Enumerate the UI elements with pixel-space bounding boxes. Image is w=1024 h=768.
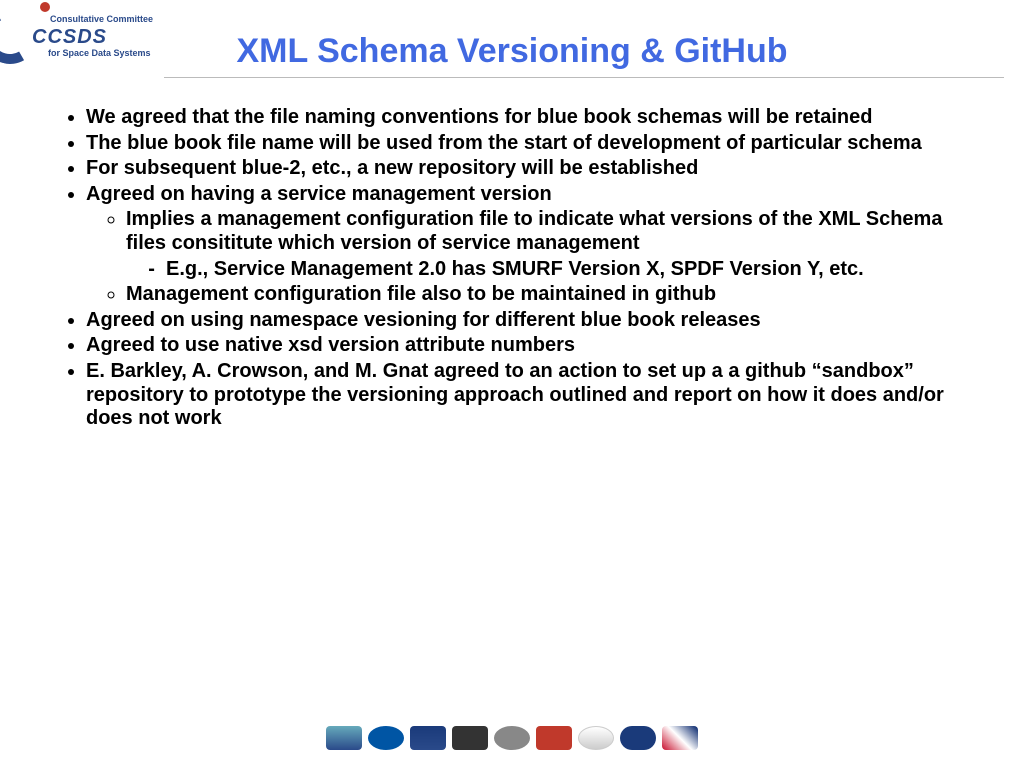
agency-logo-icon [452, 726, 488, 750]
list-item: Implies a management configuration file … [126, 208, 964, 281]
logo-line2: for Space Data Systems [48, 48, 151, 58]
list-item-text: Implies a management configuration file … [126, 208, 942, 254]
agency-logo-icon [662, 726, 698, 750]
list-item: Agreed on using namespace vesioning for … [86, 309, 964, 333]
bullet-list: We agreed that the file naming conventio… [60, 106, 964, 431]
list-item: The blue book file name will be used fro… [86, 132, 964, 156]
agency-logo-icon [620, 726, 656, 750]
agency-logo-icon [368, 726, 404, 750]
agency-logo-icon [536, 726, 572, 750]
subsub-list: E.g., Service Management 2.0 has SMURF V… [126, 258, 964, 282]
list-item-text: Agreed on having a service management ve… [86, 183, 552, 205]
list-item: We agreed that the file naming conventio… [86, 106, 964, 130]
list-item: Agreed on having a service management ve… [86, 183, 964, 307]
list-item: For subsequent blue-2, etc., a new repos… [86, 157, 964, 181]
agency-logo-icon [578, 726, 614, 750]
title-rule [164, 77, 1004, 78]
list-item: Management configuration file also to be… [126, 283, 964, 307]
agency-logo-row [0, 726, 1024, 750]
agency-logo-icon [410, 726, 446, 750]
logo-line1: Consultative Committee [50, 14, 153, 24]
slide-content: We agreed that the file naming conventio… [0, 78, 1024, 431]
sub-list: Implies a management configuration file … [86, 208, 964, 306]
list-item: Agreed to use native xsd version attribu… [86, 334, 964, 358]
agency-logo-icon [326, 726, 362, 750]
logo-dot-icon [40, 2, 50, 12]
ccsds-logo: Consultative Committee CCSDS for Space D… [0, 0, 160, 70]
slide-header: Consultative Committee CCSDS for Space D… [0, 0, 1024, 78]
agency-logo-icon [494, 726, 530, 750]
logo-main: CCSDS [32, 26, 107, 49]
list-item: E. Barkley, A. Crowson, and M. Gnat agre… [86, 360, 964, 431]
list-item: E.g., Service Management 2.0 has SMURF V… [166, 258, 964, 282]
